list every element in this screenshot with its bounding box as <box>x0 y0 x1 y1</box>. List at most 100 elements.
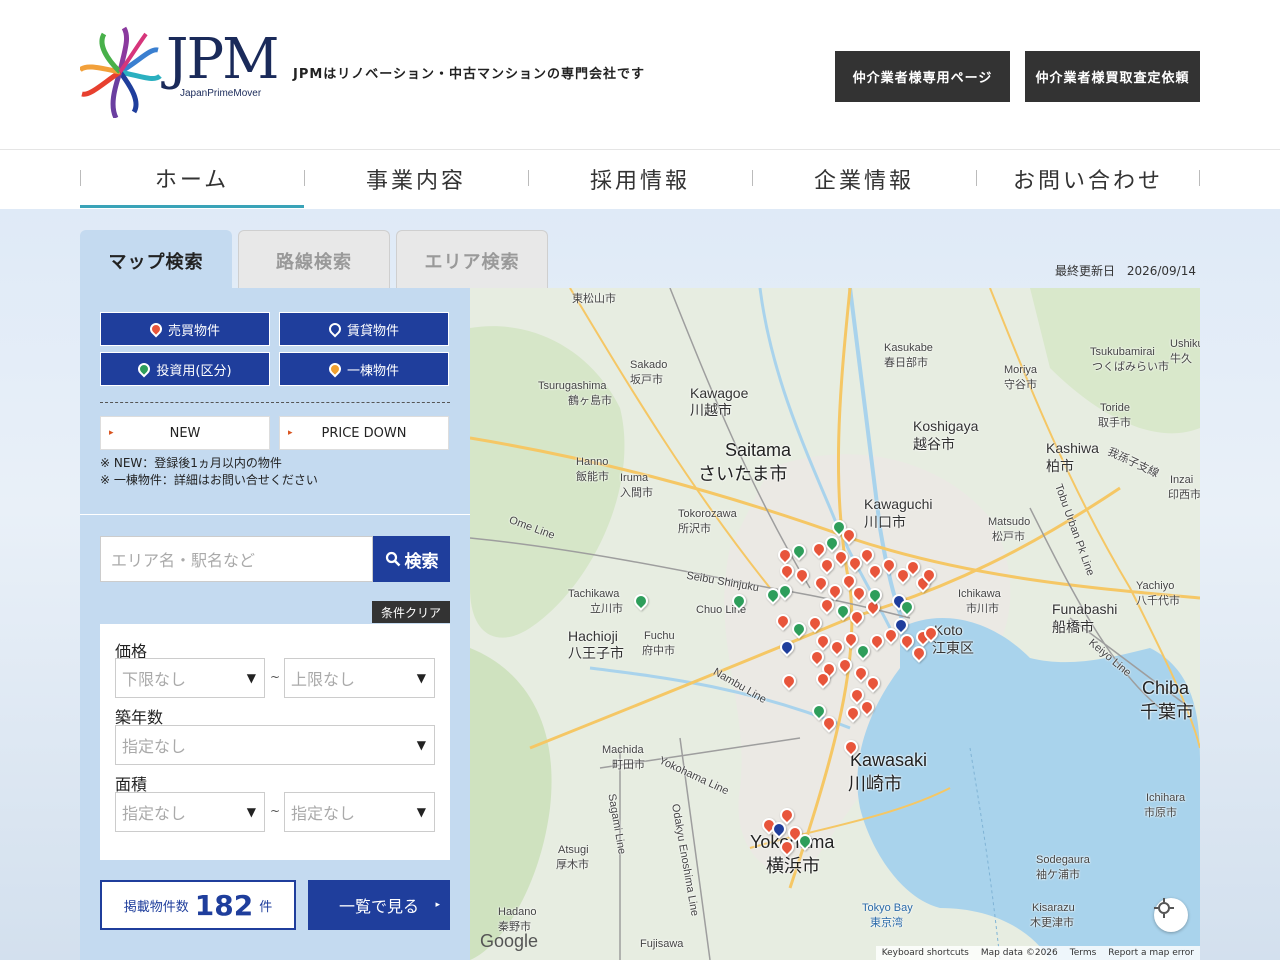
panel-separator <box>80 514 470 515</box>
category-investment-label: 投資用(区分) <box>156 363 232 379</box>
map-label-ichihara-jp: 市原市 <box>1144 807 1177 819</box>
property-map[interactable]: Saitama さいたま市 Kawasaki 川崎市 Chiba 千葉市 Yok… <box>470 288 1200 960</box>
chevron-right-icon: ▸ <box>435 900 440 910</box>
tab-area-search[interactable]: エリア検索 <box>396 230 548 290</box>
agent-page-button[interactable]: 仲介業者様専用ページ <box>835 51 1010 102</box>
price-min-value: 下限なし <box>122 670 187 689</box>
map-label-tachikawa-jp: 立川市 <box>590 603 623 615</box>
price-down-arrow-icon: ▸ <box>288 428 293 438</box>
map-data-text: Map data ©2026 <box>980 948 1058 958</box>
map-label-iruma-jp: 入間市 <box>620 487 653 499</box>
search-panel: 売買物件 賃貸物件 投資用(区分) 一棟物件 ▸ NEW ▸ PRICE DOW… <box>80 288 470 960</box>
map-label-kawasaki: Kawasaki <box>850 750 928 770</box>
new-filter-button[interactable]: ▸ NEW <box>100 416 270 450</box>
map-label-kawasaki-jp: 川崎市 <box>848 774 902 794</box>
site-header: JPM JapanPrimeMover JPMはリノベーション・中古マンションの… <box>0 0 1280 150</box>
view-list-button[interactable]: 一覧で見る ▸ <box>308 880 450 930</box>
chevron-down-icon: ▼ <box>246 805 256 819</box>
nav-contact[interactable]: お問い合わせ <box>976 150 1200 208</box>
map-label-saitama-jp: さいたま市 <box>698 464 788 484</box>
map-label-fuchu: Fuchu <box>644 630 675 642</box>
site-tagline: JPMはリノベーション・中古マンションの専門会社です <box>293 67 646 82</box>
jpm-logo[interactable]: JPM JapanPrimeMover <box>80 26 280 122</box>
agent-appraisal-button[interactable]: 仲介業者様買取査定依頼 <box>1025 51 1200 102</box>
map-label-koshigaya-jp: 越谷市 <box>913 436 955 452</box>
map-label-atsugi-jp: 厚木市 <box>556 859 589 871</box>
map-label-koto-jp: 江東区 <box>932 640 974 656</box>
map-label-kasukabe-jp: 春日部市 <box>884 357 928 369</box>
map-label-matsudo-jp: 松戸市 <box>992 531 1025 543</box>
map-label-tokyo-bay: Tokyo Bay <box>862 902 913 914</box>
price-down-filter-button[interactable]: ▸ PRICE DOWN <box>279 416 449 450</box>
dashed-divider <box>100 402 450 403</box>
map-label-hachioji: Hachioji <box>568 628 618 644</box>
map-label-atsugi: Atsugi <box>558 844 589 856</box>
tab-map-search[interactable]: マップ検索 <box>80 230 232 290</box>
map-label-tsukubamirai-jp: つくばみらい市 <box>1092 361 1169 373</box>
logo-wordmark: JPM <box>166 27 279 92</box>
chevron-down-icon: ▼ <box>246 671 256 685</box>
map-label-chiba-jp: 千葉市 <box>1140 702 1194 722</box>
report-map-error-link[interactable]: Report a map error <box>1108 948 1194 958</box>
map-label-tokorozawa-jp: 所沢市 <box>678 523 711 535</box>
search-button[interactable]: 検索 <box>373 536 450 582</box>
category-whole-building-button[interactable]: 一棟物件 <box>279 352 449 386</box>
area-max-select[interactable]: 指定なし ▼ <box>284 792 435 832</box>
map-label-kawagoe-jp: 川越市 <box>690 402 732 418</box>
sale-pin-icon <box>147 320 165 338</box>
clear-conditions-button[interactable]: 条件クリア <box>372 601 450 623</box>
note-whole-building: ※ 一棟物件：詳細はお問い合せください <box>100 473 318 487</box>
map-label-tsukubamirai: Tsukubamirai <box>1090 346 1155 358</box>
map-label-sakado: Sakado <box>630 359 668 371</box>
nav-business[interactable]: 事業内容 <box>304 150 528 208</box>
category-rental-button[interactable]: 賃貸物件 <box>279 312 449 346</box>
category-investment-button[interactable]: 投資用(区分) <box>100 352 270 386</box>
area-range-sep: ~ <box>270 804 281 818</box>
map-label-hachioji-jp: 八王子市 <box>568 645 624 661</box>
result-count-label: 掲載物件数 <box>123 899 189 915</box>
nav-recruit[interactable]: 採用情報 <box>528 150 752 208</box>
area-min-select[interactable]: 指定なし ▼ <box>115 792 265 832</box>
keyboard-shortcuts-link[interactable]: Keyboard shortcuts <box>882 948 969 958</box>
map-label-sodegaura-jp: 袖ケ浦市 <box>1036 869 1080 881</box>
map-label-hadano: Hadano <box>498 906 537 918</box>
price-max-select[interactable]: 上限なし ▼ <box>284 658 435 698</box>
map-label-ushiku: Ushiku <box>1170 338 1200 350</box>
map-label-kisarazu-jp: 木更津市 <box>1030 917 1074 929</box>
chevron-down-icon: ▼ <box>416 738 426 752</box>
category-whole-building-label: 一棟物件 <box>346 363 399 379</box>
search-input[interactable]: エリア名・駅名など <box>100 536 373 582</box>
nav-company[interactable]: 企業情報 <box>752 150 976 208</box>
map-label-inzai-jp: 印西市 <box>1168 489 1200 501</box>
map-label-kawaguchi-jp: 川口市 <box>864 514 906 530</box>
map-label-sodegaura: Sodegaura <box>1036 854 1090 866</box>
age-select[interactable]: 指定なし ▼ <box>115 725 435 765</box>
map-label-toride-jp: 取手市 <box>1098 417 1131 429</box>
category-sale-button[interactable]: 売買物件 <box>100 312 270 346</box>
search-icon <box>385 551 400 567</box>
map-label-kisarazu: Kisarazu <box>1032 902 1075 914</box>
note-new: ※ NEW：登録後1ヵ月以内の物件 <box>100 456 282 470</box>
price-down-filter-label: PRICE DOWN <box>321 425 407 441</box>
last-updated: 最終更新日 2026/09/14 <box>1055 262 1196 279</box>
map-label-kawaguchi: Kawaguchi <box>864 496 933 512</box>
chevron-down-icon: ▼ <box>416 805 426 819</box>
search-button-label: 検索 <box>404 551 439 572</box>
locate-me-icon[interactable] <box>1154 898 1188 932</box>
whole-building-pin-icon <box>326 360 344 378</box>
last-updated-label: 最終更新日 <box>1054 264 1115 278</box>
new-arrow-icon: ▸ <box>109 428 114 438</box>
map-label-tokorozawa: Tokorozawa <box>678 508 737 520</box>
map-label-yokohama-jp: 横浜市 <box>766 856 820 876</box>
last-updated-date: 2026/09/14 <box>1126 264 1196 278</box>
search-tabs: マップ検索 路線検索 エリア検索 <box>80 230 548 290</box>
nav-home[interactable]: ホーム <box>80 150 304 208</box>
terms-link[interactable]: Terms <box>1070 948 1097 958</box>
category-rental-label: 賃貸物件 <box>346 323 399 339</box>
main-nav: ホーム 事業内容 採用情報 企業情報 お問い合わせ <box>80 150 1200 208</box>
map-label-machida-jp: 町田市 <box>612 759 645 771</box>
price-min-select[interactable]: 下限なし ▼ <box>115 658 265 698</box>
tab-route-search[interactable]: 路線検索 <box>238 230 390 290</box>
map-attribution: Keyboard shortcuts Map data ©2026 Terms … <box>875 946 1200 960</box>
result-count: 掲載物件数 182 件 <box>100 880 296 930</box>
